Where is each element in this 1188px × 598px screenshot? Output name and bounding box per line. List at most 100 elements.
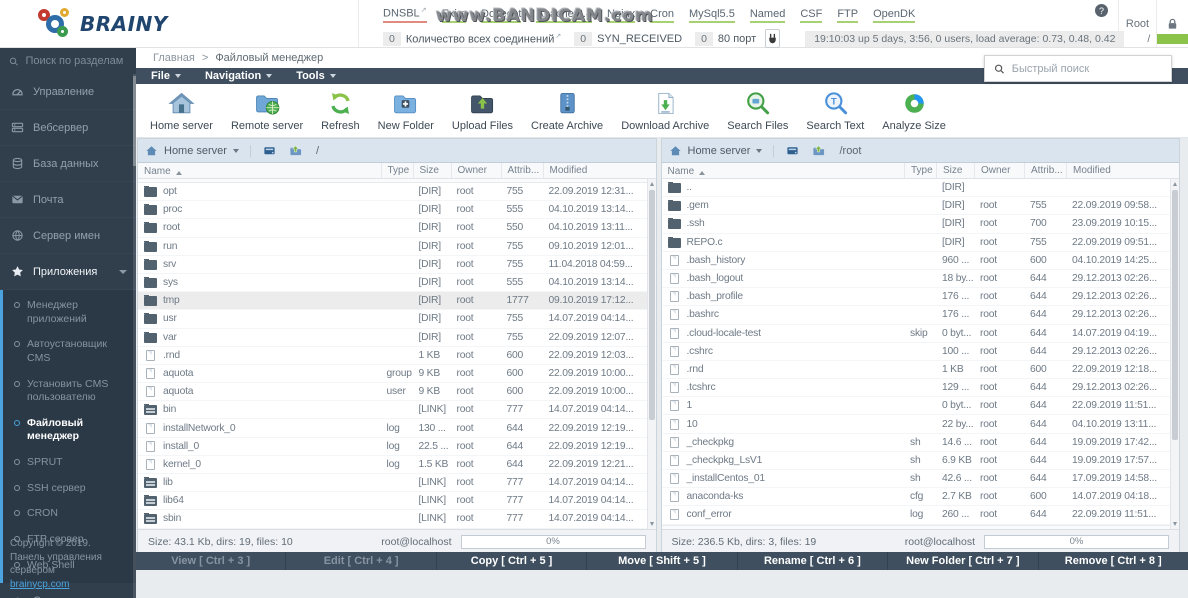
right-home-dir-button[interactable] <box>811 144 826 157</box>
file-row[interactable]: .bash_logout 18 by... root 644 29.12.201… <box>662 270 1171 288</box>
file-row[interactable]: opt [DIR] root 755 22.09.2019 12:31... <box>138 183 647 201</box>
menu-tools[interactable]: Tools <box>296 70 336 82</box>
home-server-button[interactable]: Home server <box>141 84 222 137</box>
file-row[interactable]: anaconda-ks cfg 2.7 KB root 600 14.07.20… <box>662 488 1171 506</box>
quick-search-input[interactable] <box>1012 63 1162 75</box>
file-row[interactable]: aquota group 9 KB root 600 22.09.2019 10… <box>138 365 647 383</box>
function-key-button[interactable]: Edit [ Ctrl + 4 ] <box>286 552 436 570</box>
submenu-item-install-cms[interactable]: Установить CMS пользователю <box>3 372 136 411</box>
menu-navigation[interactable]: Navigation <box>205 70 272 82</box>
file-row[interactable]: lib [LINK] root 777 14.07.2019 04:14... <box>138 474 647 492</box>
file-row[interactable]: tmp [DIR] root 1777 09.10.2019 17:12... <box>138 292 647 310</box>
file-row[interactable]: .cloud-locale-test skip 0 byt... root 64… <box>662 325 1171 343</box>
column-name[interactable]: Name <box>138 163 381 178</box>
file-row[interactable]: sys [DIR] root 555 04.10.2019 13:14... <box>138 274 647 292</box>
service-link[interactable]: Named <box>750 8 785 23</box>
function-key-button[interactable]: Remove [ Ctrl + 8 ] <box>1039 552 1188 570</box>
column-name[interactable]: Name <box>662 163 905 178</box>
file-row[interactable]: .rnd 1 KB root 600 22.09.2019 12:03... <box>138 347 647 365</box>
service-link[interactable]: Dovecot <box>481 8 521 23</box>
sidebar-search[interactable] <box>0 48 136 74</box>
left-disk-icon-button[interactable] <box>262 144 277 157</box>
sidebar-item-mail[interactable]: Почта <box>0 182 136 218</box>
file-row[interactable]: installNetwork_0 log 130 ... root 644 22… <box>138 419 647 437</box>
function-key-button[interactable]: Move [ Shift + 5 ] <box>587 552 737 570</box>
file-row[interactable]: _checkpkg sh 14.6 ... root 644 19.09.201… <box>662 434 1171 452</box>
submenu-item-cron[interactable]: CRON <box>3 501 136 527</box>
user-label[interactable]: Root <box>1119 0 1156 47</box>
left-path[interactable]: / <box>316 145 319 157</box>
column-size[interactable]: Size <box>936 163 974 178</box>
quick-search-box[interactable] <box>984 55 1172 82</box>
file-row[interactable]: conf_error log 260 ... root 644 22.09.20… <box>662 506 1171 524</box>
function-key-button[interactable]: Rename [ Ctrl + 6 ] <box>738 552 888 570</box>
right-server-dropdown[interactable]: Home server <box>669 145 775 157</box>
sidebar-item-management[interactable]: Управление <box>0 74 136 110</box>
service-link[interactable]: Cron <box>650 8 674 23</box>
right-scrollbar[interactable] <box>1170 179 1179 529</box>
menu-file[interactable]: File <box>151 70 181 82</box>
file-row[interactable]: sbin [LINK] root 777 14.07.2019 04:14... <box>138 510 647 528</box>
plug-button[interactable] <box>765 29 780 48</box>
search-files-button[interactable]: Search Files <box>718 84 797 137</box>
brainycp-link[interactable]: brainycp.com <box>10 579 69 590</box>
sidebar-search-input[interactable] <box>25 55 127 67</box>
brainy-logo[interactable]: BRAINY <box>0 0 358 47</box>
function-key-button[interactable]: New Folder [ Ctrl + 7 ] <box>888 552 1038 570</box>
file-row[interactable]: .. [DIR] <box>662 179 1171 197</box>
column-attrib[interactable]: Attrib... <box>501 163 543 178</box>
remote-server-button[interactable]: Remote server <box>222 84 312 137</box>
analyze-size-button[interactable]: Analyze Size <box>873 84 955 137</box>
new-folder-button[interactable]: New Folder <box>369 84 443 137</box>
function-key-button[interactable]: Copy [ Ctrl + 5 ] <box>437 552 587 570</box>
column-attrib[interactable]: Attrib... <box>1024 163 1066 178</box>
sidebar-item-webserver[interactable]: Вебсервер <box>0 110 136 146</box>
file-row[interactable]: srv [DIR] root 755 11.04.2018 04:59... <box>138 256 647 274</box>
file-row[interactable]: .ssh [DIR] root 700 23.09.2019 10:15... <box>662 215 1171 233</box>
file-row[interactable]: .bash_profile 176 ... root 644 29.12.201… <box>662 288 1171 306</box>
sidebar-item-database[interactable]: База данных <box>0 146 136 182</box>
scroll-up-icon[interactable] <box>1173 182 1177 186</box>
file-row[interactable]: bin [LINK] root 777 14.07.2019 04:14... <box>138 401 647 419</box>
column-modified[interactable]: Modified <box>1066 163 1170 178</box>
service-link[interactable]: FTP <box>837 8 858 23</box>
scroll-down-icon[interactable] <box>1173 522 1177 526</box>
file-row[interactable]: .bash_history 960 ... root 600 04.10.201… <box>662 252 1171 270</box>
file-row[interactable]: lib64 [LINK] root 777 14.07.2019 04:14..… <box>138 492 647 510</box>
file-row[interactable]: _installCentos_01 sh 42.6 ... root 644 1… <box>662 470 1171 488</box>
file-row[interactable]: kernel_0 log 1.5 KB root 644 22.09.2019 … <box>138 456 647 474</box>
service-link[interactable]: DNSBL <box>383 6 427 23</box>
file-row[interactable]: .gem [DIR] root 755 22.09.2019 09:58... <box>662 197 1171 215</box>
left-home-dir-button[interactable] <box>288 144 303 157</box>
file-row[interactable]: 1 0 byt... root 644 22.09.2019 11:51... <box>662 397 1171 415</box>
sidebar-item-nameserver[interactable]: Сервер имен <box>0 218 136 254</box>
service-link[interactable]: CSF <box>800 8 822 23</box>
column-owner[interactable]: Owner <box>974 163 1024 178</box>
file-row[interactable]: aquota user 9 KB root 600 22.09.2019 10:… <box>138 383 647 401</box>
file-row[interactable]: .cshrc 100 ... root 644 29.12.2013 02:26… <box>662 343 1171 361</box>
file-row[interactable]: usr [DIR] root 755 14.07.2019 04:14... <box>138 310 647 328</box>
service-link[interactable]: OpenDK <box>873 8 915 23</box>
scroll-up-icon[interactable] <box>650 182 654 186</box>
file-row[interactable]: var [DIR] root 755 22.09.2019 12:07... <box>138 329 647 347</box>
sidebar-item-applications[interactable]: Приложения <box>0 254 136 290</box>
service-link[interactable]: MySql5.5 <box>689 8 735 23</box>
column-size[interactable]: Size <box>413 163 451 178</box>
scroll-down-icon[interactable] <box>650 522 654 526</box>
file-row[interactable]: root [DIR] root 550 04.10.2019 13:11... <box>138 219 647 237</box>
scrollbar-thumb[interactable] <box>1172 190 1178 440</box>
right-path[interactable]: /root <box>839 145 861 157</box>
submenu-item-sprut[interactable]: SPRUT <box>3 450 136 476</box>
submenu-item-cms-autoinstaller[interactable]: Автоустановщик CMS <box>3 332 136 371</box>
upload-files-button[interactable]: Upload Files <box>443 84 522 137</box>
file-row[interactable]: .rnd 1 KB root 600 22.09.2019 12:18... <box>662 361 1171 379</box>
left-server-dropdown[interactable]: Home server <box>145 145 251 157</box>
file-row[interactable]: REPO.c [DIR] root 755 22.09.2019 09:51..… <box>662 234 1171 252</box>
service-link[interactable]: Apache 2.4 <box>536 8 592 23</box>
file-row[interactable]: install_0 log 22.5 ... root 644 22.09.20… <box>138 438 647 456</box>
download-archive-button[interactable]: Download Archive <box>612 84 718 137</box>
refresh-button[interactable]: Refresh <box>312 84 369 137</box>
right-disk-icon-button[interactable] <box>785 144 800 157</box>
service-link[interactable]: Exim <box>442 8 466 23</box>
file-row[interactable]: run [DIR] root 755 09.10.2019 12:01... <box>138 238 647 256</box>
